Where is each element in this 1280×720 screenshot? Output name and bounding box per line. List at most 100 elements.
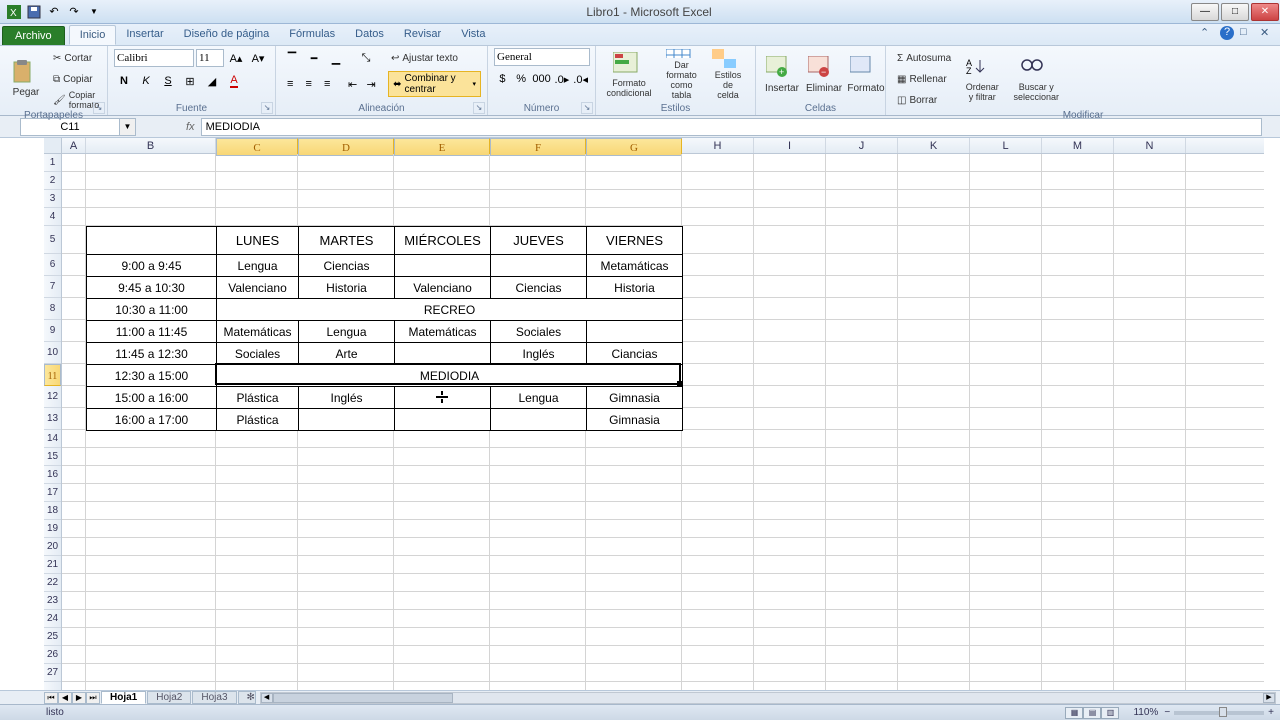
schedule-cell[interactable]	[395, 343, 491, 365]
tab-fórmulas[interactable]: Fórmulas	[279, 25, 345, 45]
schedule-cell[interactable]: Gimnasia	[587, 387, 683, 409]
row-header-6[interactable]: 6	[44, 254, 61, 276]
page-break-view-button[interactable]: ▥	[1101, 707, 1119, 719]
col-header-L[interactable]: L	[970, 138, 1042, 153]
row-header-3[interactable]: 3	[44, 190, 61, 208]
zoom-slider[interactable]	[1174, 711, 1264, 715]
schedule-time[interactable]: 16:00 a 17:00	[87, 409, 217, 431]
row-header-23[interactable]: 23	[44, 592, 61, 610]
schedule-cell[interactable]	[491, 409, 587, 431]
horizontal-scrollbar[interactable]: ◀ ▶	[260, 692, 1276, 704]
schedule-time[interactable]: 11:00 a 11:45	[87, 321, 217, 343]
qat-dropdown-icon[interactable]: ▼	[86, 4, 102, 20]
hscroll-thumb[interactable]	[273, 693, 453, 703]
schedule-cell[interactable]	[299, 409, 395, 431]
shrink-font-button[interactable]: A▾	[248, 48, 268, 68]
row-header-12[interactable]: 12	[44, 386, 61, 408]
row-header-20[interactable]: 20	[44, 538, 61, 556]
col-header-M[interactable]: M	[1042, 138, 1114, 153]
new-sheet-button[interactable]: ✻	[238, 691, 256, 704]
align-left-button[interactable]: ≡	[282, 74, 299, 94]
schedule-header[interactable]: MARTES	[299, 227, 395, 255]
sort-filter-button[interactable]: AZOrdenar y filtrar	[958, 52, 1006, 106]
col-header-N[interactable]: N	[1114, 138, 1186, 153]
decrease-indent-button[interactable]: ⇤	[344, 74, 361, 94]
row-header-8[interactable]: 8	[44, 298, 61, 320]
insert-cells-button[interactable]: +Insertar	[762, 48, 802, 102]
sheet-nav-first[interactable]: ⏮	[44, 692, 58, 704]
increase-indent-button[interactable]: ⇥	[363, 74, 380, 94]
schedule-merged[interactable]: RECREO	[217, 299, 683, 321]
row-header-13[interactable]: 13	[44, 408, 61, 430]
row-header-16[interactable]: 16	[44, 466, 61, 484]
align-middle-button[interactable]: ━	[304, 48, 324, 68]
format-table-button[interactable]: Dar formato como tabla	[658, 48, 705, 102]
format-cells-button[interactable]: Formato	[846, 48, 886, 102]
sheet-nav-prev[interactable]: ◀	[58, 692, 72, 704]
autosum-button[interactable]: ΣAutosuma	[892, 48, 956, 68]
sheet-nav-last[interactable]: ⏭	[86, 692, 100, 704]
schedule-merged[interactable]: MEDIODIA	[217, 365, 683, 387]
row-header-9[interactable]: 9	[44, 320, 61, 342]
cell-styles-button[interactable]: Estilos de celda	[707, 48, 749, 102]
decrease-decimal-button[interactable]: .0◂	[572, 69, 589, 89]
font-launcher[interactable]: ↘	[261, 102, 273, 114]
comma-button[interactable]: 000	[532, 69, 552, 89]
increase-decimal-button[interactable]: .0▸	[554, 69, 571, 89]
sheet-tab-hoja3[interactable]: Hoja3	[192, 691, 236, 704]
undo-icon[interactable]: ↶	[46, 4, 62, 20]
col-header-H[interactable]: H	[682, 138, 754, 153]
schedule-cell[interactable]: Historia	[299, 277, 395, 299]
maximize-button[interactable]: □	[1221, 3, 1249, 21]
schedule-header[interactable]	[87, 227, 217, 255]
schedule-cell[interactable]: Lengua	[491, 387, 587, 409]
schedule-cell[interactable]: Metamáticas	[587, 255, 683, 277]
row-header-7[interactable]: 7	[44, 276, 61, 298]
schedule-time[interactable]: 10:30 a 11:00	[87, 299, 217, 321]
schedule-cell[interactable]: Arte	[299, 343, 395, 365]
orientation-button[interactable]: ⤡	[356, 48, 376, 68]
font-size-select[interactable]	[196, 49, 224, 67]
schedule-header[interactable]: VIERNES	[587, 227, 683, 255]
select-all-button[interactable]	[44, 138, 62, 154]
worksheet-grid[interactable]: ABCDEFGHIJKLMN 1234567891011121314151617…	[0, 138, 1280, 690]
help-icon[interactable]: ?	[1220, 26, 1234, 40]
row-headers[interactable]: 1234567891011121314151617181920212223242…	[44, 154, 62, 690]
align-center-button[interactable]: ≡	[301, 74, 318, 94]
font-color-button[interactable]: A	[224, 71, 244, 91]
currency-button[interactable]: $	[494, 69, 511, 89]
schedule-time[interactable]: 12:30 a 15:00	[87, 365, 217, 387]
schedule-header[interactable]: MIÉRCOLES	[395, 227, 491, 255]
schedule-header[interactable]: LUNES	[217, 227, 299, 255]
underline-button[interactable]: S	[158, 71, 178, 91]
hscroll-left[interactable]: ◀	[261, 693, 273, 703]
schedule-cell[interactable]: Ciancias	[587, 343, 683, 365]
number-launcher[interactable]: ↘	[581, 102, 593, 114]
page-layout-view-button[interactable]: ▤	[1083, 707, 1101, 719]
schedule-cell[interactable]: Sociales	[491, 321, 587, 343]
row-header-2[interactable]: 2	[44, 172, 61, 190]
schedule-header[interactable]: JUEVES	[491, 227, 587, 255]
conditional-format-button[interactable]: Formato condicional	[602, 48, 656, 102]
paste-button[interactable]: Pegar	[6, 52, 46, 106]
row-header-27[interactable]: 27	[44, 664, 61, 682]
schedule-cell[interactable]: Gimnasia	[587, 409, 683, 431]
schedule-cell[interactable]: Ciencias	[491, 277, 587, 299]
row-header-11[interactable]: 11	[44, 364, 61, 386]
merge-center-button[interactable]: ⬌Combinar y centrar▾	[388, 71, 481, 97]
row-header-14[interactable]: 14	[44, 430, 61, 448]
column-headers[interactable]: ABCDEFGHIJKLMN	[62, 138, 1264, 154]
schedule-cell[interactable]: Ciencias	[299, 255, 395, 277]
bold-button[interactable]: N	[114, 71, 134, 91]
fill-button[interactable]: ▦Rellenar	[892, 69, 956, 89]
row-header-24[interactable]: 24	[44, 610, 61, 628]
zoom-thumb[interactable]	[1219, 707, 1227, 717]
schedule-cell[interactable]: Inglés	[299, 387, 395, 409]
col-header-J[interactable]: J	[826, 138, 898, 153]
row-header-15[interactable]: 15	[44, 448, 61, 466]
tab-vista[interactable]: Vista	[451, 25, 495, 45]
schedule-cell[interactable]	[395, 409, 491, 431]
grow-font-button[interactable]: A▴	[226, 48, 246, 68]
minimize-button[interactable]: —	[1191, 3, 1219, 21]
schedule-cell[interactable]: Sociales	[217, 343, 299, 365]
